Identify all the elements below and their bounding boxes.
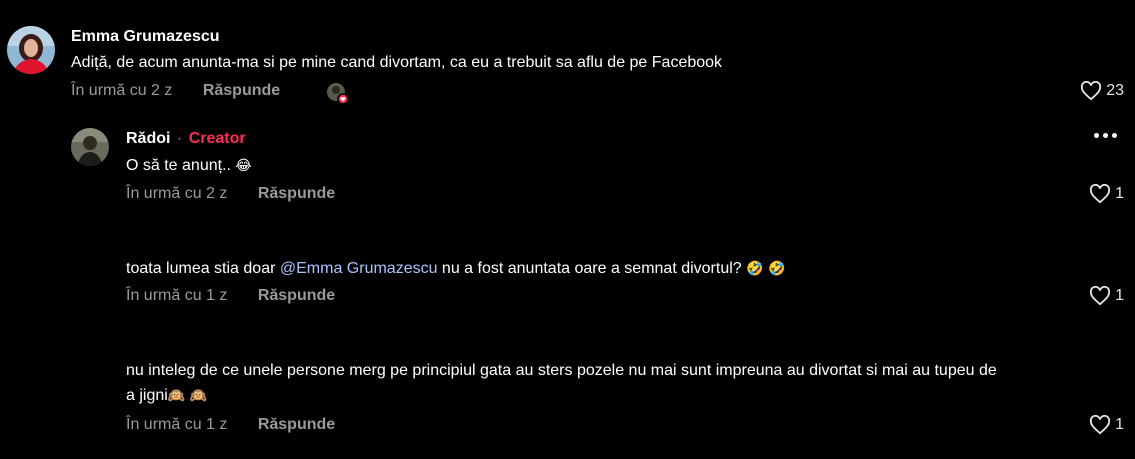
like-count: 1 [1115, 287, 1124, 304]
avatar-image [7, 26, 55, 74]
like-count: 23 [1106, 82, 1124, 99]
like-button[interactable]: 1 [1089, 415, 1124, 435]
like-button[interactable]: 1 [1089, 286, 1124, 306]
comment-text-line-2: a jigni🙉 🙉 [126, 384, 207, 408]
comment-meta: În urmă cu 2 z Răspunde [126, 185, 335, 203]
reply-button[interactable]: Răspunde [258, 416, 335, 433]
comment-author[interactable]: Rădoi [126, 130, 170, 147]
comment-author[interactable]: Emma Grumazescu [71, 28, 220, 46]
avatar-image [71, 128, 109, 166]
comment-text-line-1: nu inteleg de ce unele persone merg pe p… [126, 362, 997, 379]
avatar[interactable] [71, 128, 109, 166]
comment-text: Adiță, de acum anunta-ma si pe mine cand… [71, 54, 723, 71]
reply-button[interactable]: Răspunde [258, 287, 335, 304]
comment-text: toata lumea stia doar @Emma Grumazescu n… [126, 257, 785, 281]
emoji: 🙉 🙉 [167, 388, 208, 404]
like-count: 1 [1115, 416, 1124, 433]
separator: · [176, 130, 183, 147]
comment-text: O să te anunț.. 😂 [126, 154, 252, 178]
comment-meta: În urmă cu 2 z Răspunde [71, 82, 280, 100]
heart-outline-icon [1090, 415, 1111, 435]
emoji: 🤣 🤣 [746, 261, 786, 277]
comment-time: În urmă cu 2 z [71, 82, 173, 99]
like-button[interactable]: 1 [1089, 184, 1124, 204]
avatar[interactable] [7, 26, 55, 74]
more-horizontal-icon [1094, 133, 1099, 138]
comment-thread: Emma Grumazescu Adiță, de acum anunta-ma… [0, 0, 1135, 459]
heart-outline-icon [1090, 286, 1111, 306]
more-horizontal-icon [1112, 133, 1117, 138]
emoji: 😂 [235, 158, 252, 174]
creator-liked-badge-icon [327, 83, 349, 105]
comment-time: În urmă cu 1 z [126, 416, 228, 433]
like-count: 1 [1115, 185, 1124, 202]
more-horizontal-icon [1103, 133, 1108, 138]
like-button[interactable]: 23 [1080, 81, 1124, 101]
comment-meta: În urmă cu 1 z Răspunde [126, 287, 335, 305]
creator-liked-avatar [326, 82, 349, 105]
reply-button[interactable]: Răspunde [203, 82, 280, 99]
comment-meta: În urmă cu 1 z Răspunde [126, 416, 335, 434]
comment-time: În urmă cu 1 z [126, 287, 228, 304]
comment-author-line: Rădoi · Creator [126, 130, 246, 148]
reply-button[interactable]: Răspunde [258, 185, 335, 202]
mention-link[interactable]: @Emma Grumazescu [280, 260, 438, 277]
comment-text-before: toata lumea stia doar [126, 260, 280, 277]
creator-badge: Creator [188, 130, 246, 147]
comment-text-body: a jigni [126, 387, 168, 404]
comment-time: În urmă cu 2 z [126, 185, 228, 202]
heart-outline-icon [1081, 81, 1102, 101]
more-options-button[interactable] [1094, 133, 1117, 138]
comment-text-body: O să te anunț.. [126, 157, 231, 174]
comment-text-after: nu a fost anuntata oare a semnat divortu… [437, 260, 742, 277]
heart-outline-icon [1090, 184, 1111, 204]
